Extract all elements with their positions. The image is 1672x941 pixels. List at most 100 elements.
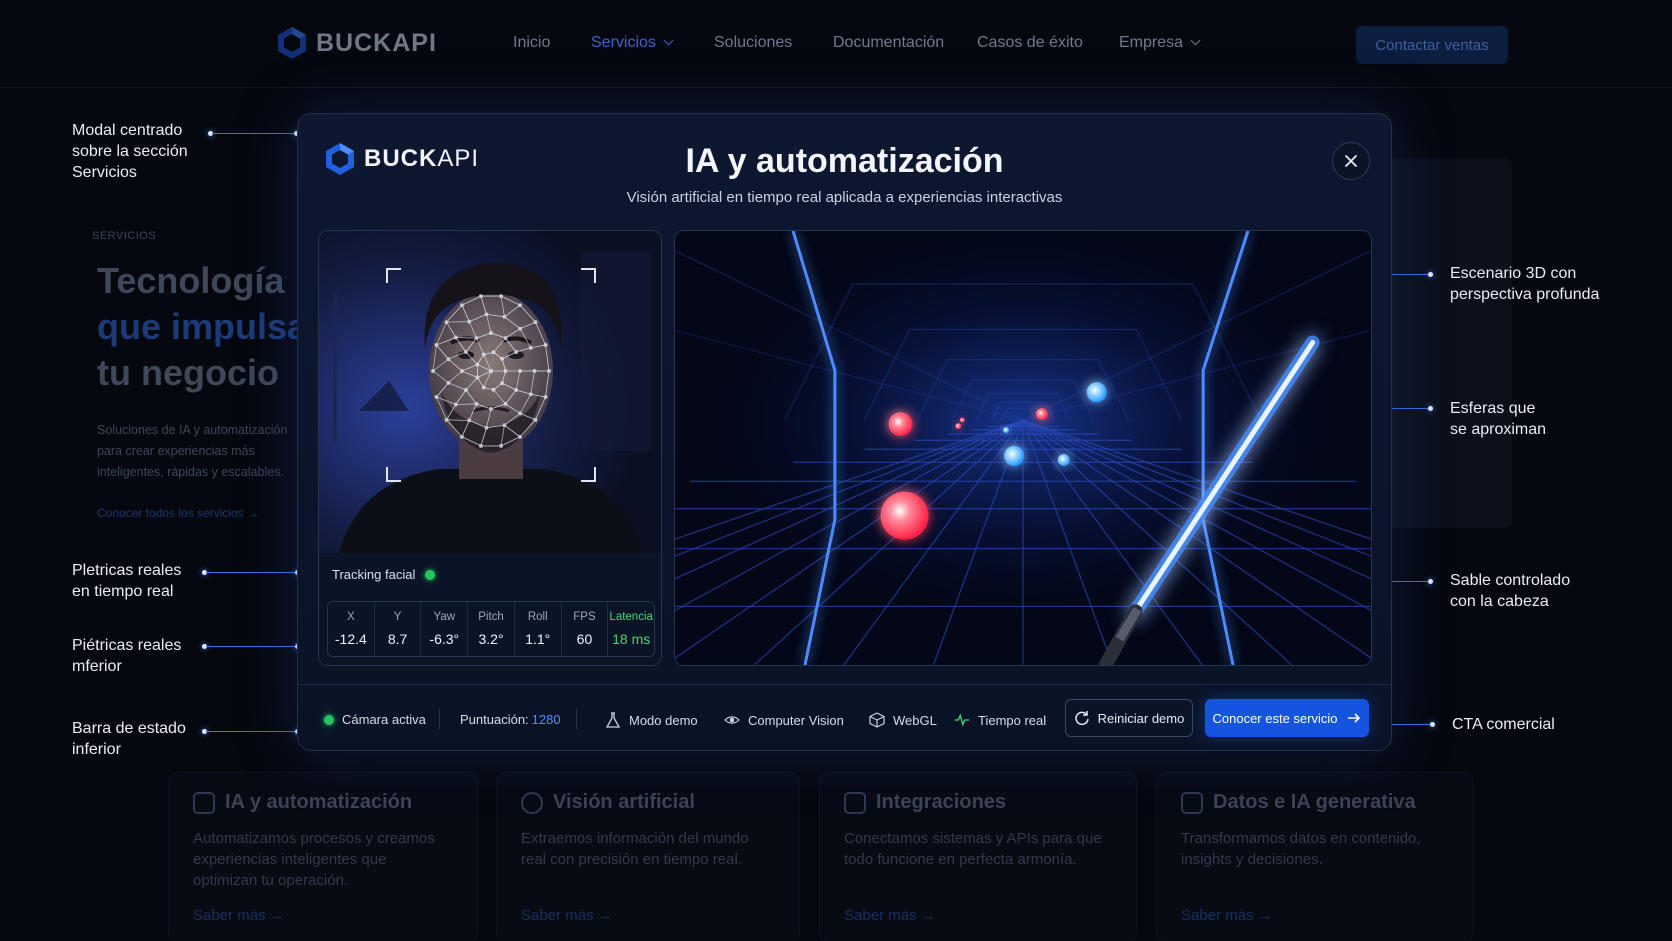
gear-icon <box>193 791 215 814</box>
mesh-point <box>543 395 548 399</box>
metric-value: -6.3° <box>429 631 460 647</box>
site-logo[interactable]: BUCKAPI <box>276 26 437 60</box>
divider <box>439 709 440 729</box>
camera-status-label: Cámara activa <box>342 712 426 727</box>
close-button[interactable] <box>1332 142 1370 180</box>
metric-x: X -12.4 <box>328 602 375 656</box>
realtime-tag: Tiempo real <box>954 712 1046 728</box>
3d-scene[interactable] <box>674 230 1372 666</box>
red-sphere <box>959 417 965 423</box>
contact-sales-button[interactable]: Contactar ventas <box>1356 26 1508 64</box>
nav-link-inicio[interactable]: Inicio <box>513 34 550 52</box>
metric-roll: Roll 1.1° <box>515 602 562 656</box>
blue-sphere <box>1086 382 1107 403</box>
learn-service-button[interactable]: Conocer este servicio <box>1205 699 1369 737</box>
metric-label: Y <box>393 611 402 623</box>
nav-link-casos[interactable]: Casos de éxito <box>977 34 1083 52</box>
service-card[interactable]: Integraciones Conectamos sistemas y APIs… <box>819 772 1137 941</box>
status-bar: Cámara activa Puntuación: 1280 Modo demo… <box>298 684 1391 752</box>
tracking-status: Tracking facial <box>332 567 436 582</box>
webgl-label: WebGL <box>893 712 937 728</box>
nav-link-servicios[interactable]: Servicios <box>591 34 674 52</box>
service-card[interactable]: IA y automatización Automatizamos proces… <box>168 772 478 941</box>
annotation-dot <box>1428 272 1433 277</box>
nav-link-empresa-label: Empresa <box>1119 34 1184 51</box>
reset-demo-label: Reiniciar demo <box>1097 710 1185 726</box>
metric-label: FPS <box>573 611 596 623</box>
status-indicator-dot <box>425 569 436 580</box>
service-card-description: Conectamos sistemas y APIs para que todo… <box>844 830 1102 868</box>
metric-yaw: Yaw -6.3° <box>421 602 469 656</box>
site-logo-text: BUCKAPI <box>316 28 437 57</box>
hero-title-line3: tu negocio <box>97 352 279 393</box>
modal-title: IA y automatización <box>685 142 1004 180</box>
refresh-icon <box>1074 711 1089 726</box>
annotation-cta: CTA comercial <box>1452 716 1555 733</box>
annotation-dot <box>1428 406 1433 411</box>
integration-icon <box>844 791 866 814</box>
reset-demo-button[interactable]: Reiniciar demo <box>1065 699 1193 737</box>
metric-value: 8.7 <box>387 631 408 647</box>
service-card-description: Extraemos información del mundo real con… <box>521 830 749 868</box>
nav-link-soluciones[interactable]: Soluciones <box>714 34 792 52</box>
eye-icon <box>521 791 543 814</box>
hero-title-line2: que impulsa <box>97 306 308 347</box>
annotation-dot <box>1428 579 1433 584</box>
service-card-link[interactable]: Saber más → <box>193 907 285 924</box>
metric-label: Roll <box>527 611 548 623</box>
service-card-header: IA y automatización <box>193 791 453 814</box>
metric-label: X <box>347 611 355 623</box>
service-card[interactable]: Visión artificial Extraemos información … <box>496 772 800 941</box>
metric-value: 1.1° <box>525 631 551 647</box>
arrow-right-icon <box>1347 713 1360 723</box>
computer-vision-label: Computer Vision <box>748 712 844 728</box>
logo-hex-icon <box>278 27 306 59</box>
metric-value: 18 ms <box>612 631 651 647</box>
hero-services-link[interactable]: Conocer todos los servicios → <box>97 506 259 520</box>
red-sphere <box>888 412 913 437</box>
eye-icon <box>724 716 740 724</box>
score-label: Puntuación: <box>460 712 529 727</box>
annotation-metrics-2: Piétricas reales mferior <box>72 637 182 675</box>
service-card[interactable]: Datos e IA generativa Transformamos dato… <box>1156 772 1474 941</box>
mesh-point <box>499 294 504 299</box>
metric-label: Pitch <box>478 611 504 623</box>
close-icon <box>1345 155 1357 167</box>
service-card-link[interactable]: Saber más → <box>1181 907 1273 924</box>
annotation-saber: Sable controlado con la cabeza <box>1450 572 1571 610</box>
metric-pitch: Pitch 3.2° <box>468 602 515 656</box>
service-card-link[interactable]: Saber más → <box>521 907 613 924</box>
chevron-down-icon <box>663 35 674 46</box>
score-value: 1280 <box>531 712 561 727</box>
service-card-header: Datos e IA generativa <box>1181 791 1449 814</box>
nav-link-empresa[interactable]: Empresa <box>1119 34 1201 52</box>
metric-y: Y 8.7 <box>375 602 422 656</box>
metric-label: Yaw <box>433 611 456 623</box>
metric-label: Latencia <box>609 611 653 623</box>
hero-title-line1: Tecnología <box>97 260 285 301</box>
service-card-link[interactable]: Saber más → <box>844 907 936 924</box>
camera-status: Cámara activa <box>324 712 426 727</box>
realtime-label: Tiempo real <box>978 712 1047 728</box>
red-sphere <box>880 491 929 540</box>
tracking-metrics: X -12.4 Y 8.7 Yaw -6.3° Pitch 3.2° Roll 1.1° … <box>327 601 655 657</box>
nav-link-documentacion[interactable]: Documentación <box>833 34 944 52</box>
annotation-modal: Modal centrado sobre la sección Servicio… <box>72 122 188 181</box>
camera-live-dot <box>324 714 334 725</box>
hero-tag: SERVICIOS <box>92 230 157 242</box>
mesh-point <box>434 343 439 347</box>
annotation-spheres: Esferas que se aproximan <box>1450 400 1547 438</box>
divider <box>576 709 577 729</box>
hero-title: Tecnología que impulsa tu negocio <box>97 258 307 396</box>
metric-fps: FPS 60 <box>562 602 609 656</box>
blue-sphere <box>1057 453 1070 466</box>
learn-service-label: Conocer este servicio <box>1212 710 1338 726</box>
annotation-dot <box>1430 722 1435 727</box>
service-card-title: IA y automatización <box>225 791 413 813</box>
annotation-statusbar: Barra de estado inferior <box>72 720 186 758</box>
annotation-line <box>206 731 298 732</box>
demo-mode-label: Modo demo <box>629 712 698 728</box>
3d-scene-canvas <box>675 231 1371 665</box>
mesh-point <box>431 369 435 373</box>
annotation-line <box>206 572 298 573</box>
